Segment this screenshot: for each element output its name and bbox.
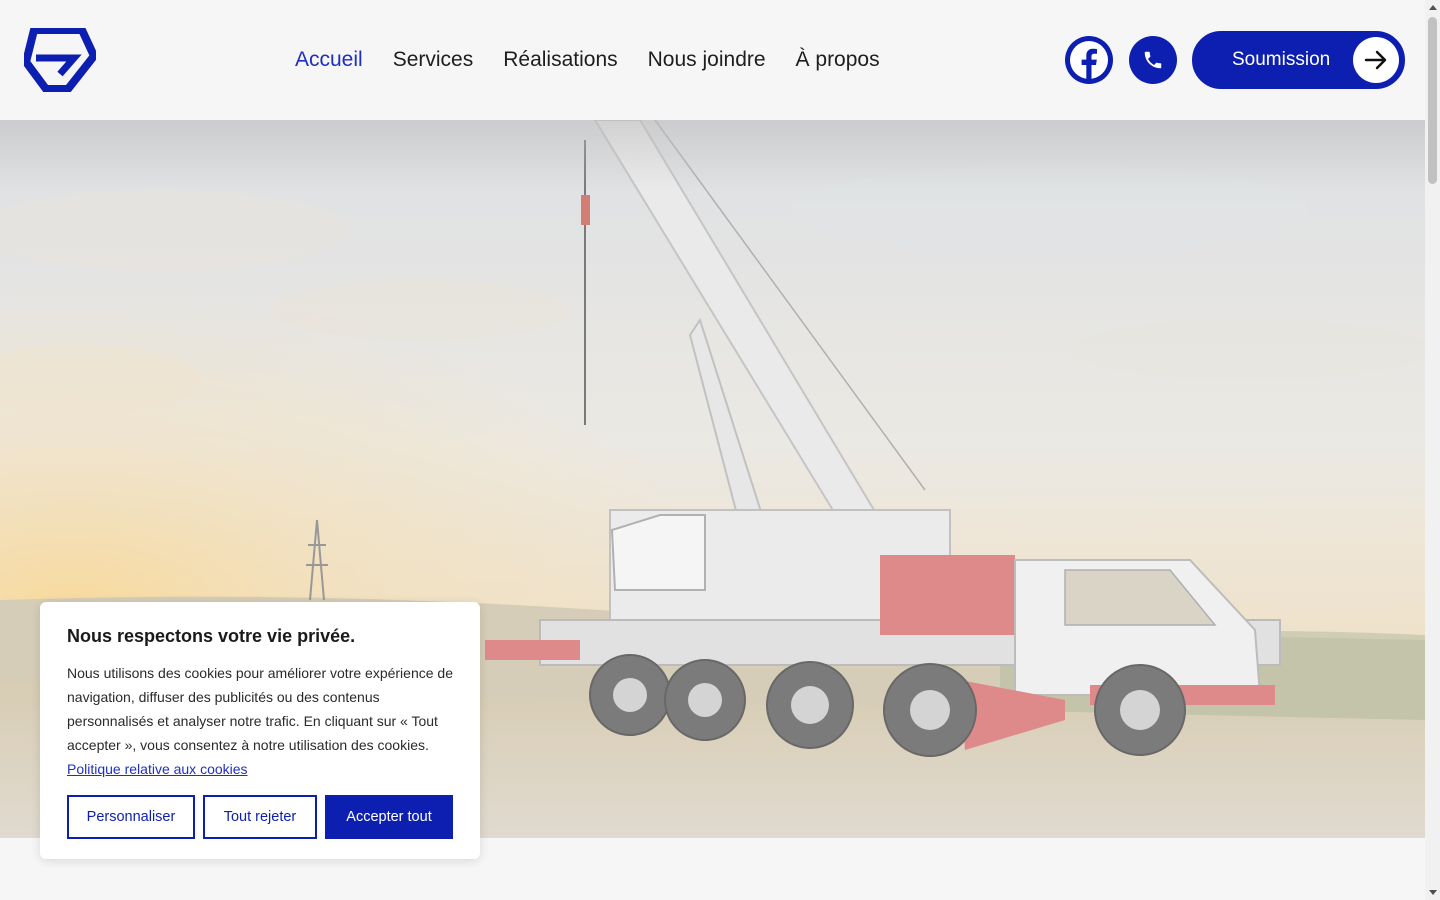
nav-item-services[interactable]: Services (393, 48, 474, 72)
phone-icon (1144, 51, 1162, 69)
nav-item-accueil[interactable]: Accueil (295, 48, 363, 72)
nav-item-a-propos[interactable]: À propos (796, 48, 880, 72)
page-scrollbar[interactable] (1425, 0, 1440, 900)
nav-item-nous-joindre[interactable]: Nous joindre (648, 48, 766, 72)
facebook-icon (1070, 41, 1108, 80)
nav-item-realisations[interactable]: Réalisations (503, 48, 617, 72)
cookie-text-body: Nous utilisons des cookies pour améliore… (67, 665, 453, 753)
accept-all-button[interactable]: Accepter tout (325, 795, 453, 839)
reject-all-button[interactable]: Tout rejeter (203, 795, 317, 839)
quote-button[interactable]: Soumission (1192, 31, 1405, 89)
main-nav: Accueil Services Réalisations Nous joind… (295, 0, 880, 120)
scroll-down-icon[interactable] (1429, 890, 1437, 895)
header-shadow (0, 120, 1425, 190)
cookie-text: Nous utilisons des cookies pour améliore… (67, 661, 457, 781)
facebook-button[interactable] (1065, 36, 1113, 84)
scroll-up-icon[interactable] (1429, 5, 1437, 10)
cookie-buttons: Personnaliser Tout rejeter Accepter tout (67, 795, 453, 839)
customize-button[interactable]: Personnaliser (67, 795, 195, 839)
cookie-consent-banner: Nous respectons votre vie privée. Nous u… (40, 602, 480, 859)
quote-button-label: Soumission (1232, 49, 1331, 70)
site-header: Accueil Services Réalisations Nous joind… (0, 0, 1425, 120)
arrow-right-icon (1353, 37, 1399, 83)
brand-logo-icon[interactable] (22, 26, 98, 93)
cookie-policy-link[interactable]: Politique relative aux cookies (67, 761, 248, 777)
scroll-thumb[interactable] (1428, 17, 1437, 184)
cookie-title: Nous respectons votre vie privée. (67, 626, 356, 646)
phone-button[interactable] (1129, 36, 1177, 84)
